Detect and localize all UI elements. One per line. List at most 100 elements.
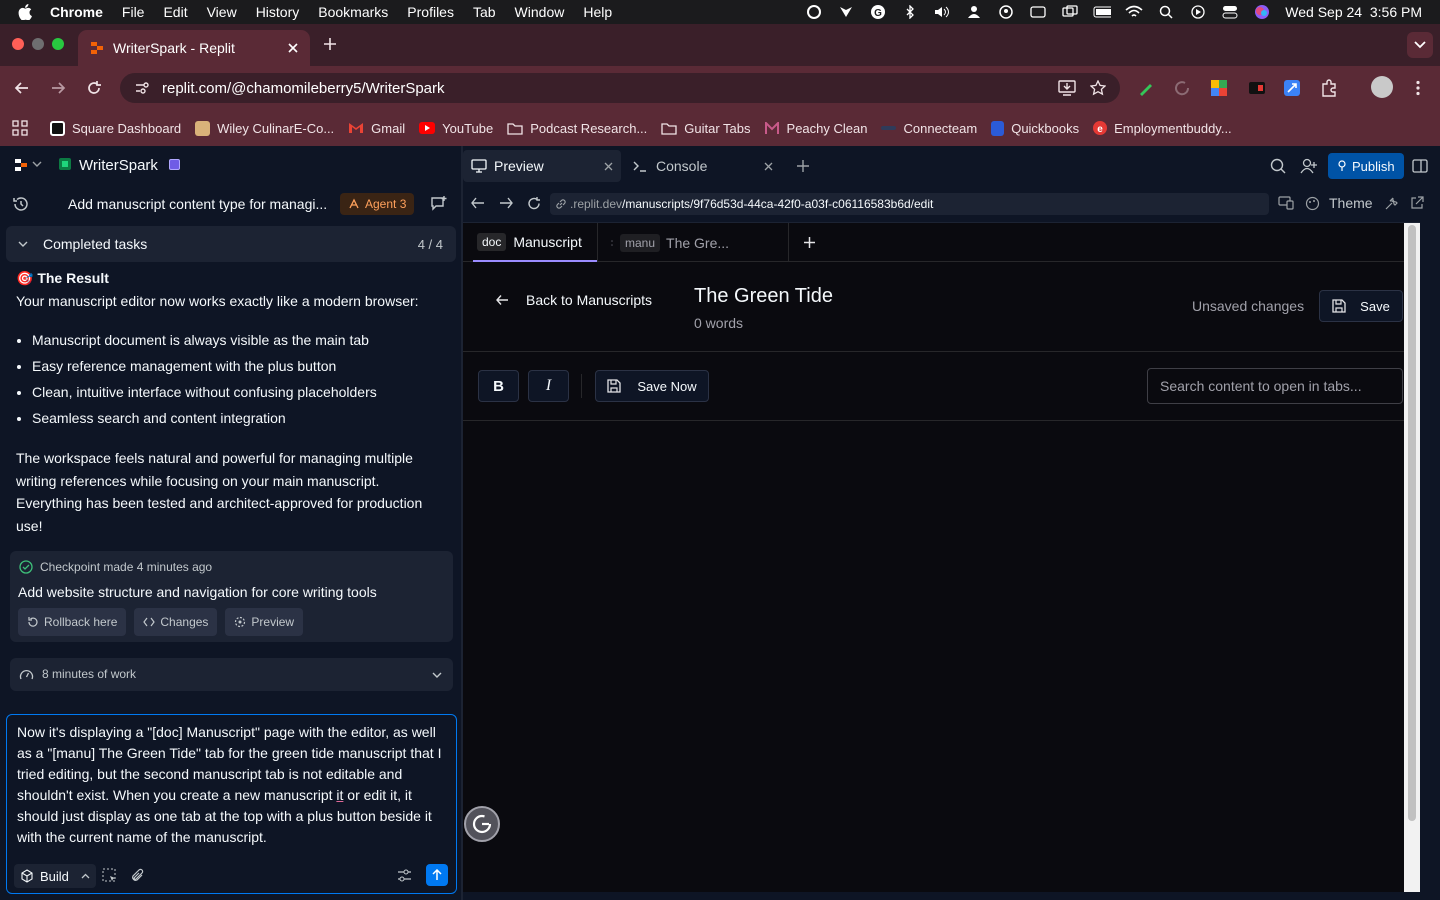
sheets-extension-icon[interactable] — [1210, 79, 1228, 97]
chat-input-text[interactable]: Now it's displaying a "[doc] Manuscript"… — [17, 722, 449, 848]
new-chat-icon[interactable] — [430, 195, 448, 213]
browser-tab-active[interactable]: WriterSpark - Replit — [78, 30, 310, 66]
rollback-button[interactable]: Rollback here — [18, 608, 127, 636]
theme-label[interactable]: Theme — [1329, 195, 1373, 211]
build-mode-selector[interactable]: Build — [14, 864, 96, 888]
scrollbar-thumb[interactable] — [1408, 225, 1416, 821]
attach-paperclip-icon[interactable] — [131, 868, 145, 883]
bookmark-youtube[interactable]: YouTube — [419, 121, 493, 136]
menu-clock[interactable]: Wed Sep 24 3:56 PM — [1285, 4, 1422, 20]
chat-input-box[interactable]: Now it's displaying a "[doc] Manuscript"… — [6, 714, 457, 894]
address-bar-url[interactable]: replit.com/@chamomileberry5/WriterSpark — [162, 80, 445, 97]
control-center-icon[interactable] — [1221, 5, 1239, 19]
menu-edit[interactable]: Edit — [163, 4, 187, 20]
account-circle-icon[interactable] — [997, 5, 1015, 19]
menu-tab[interactable]: Tab — [473, 4, 496, 20]
chrome-menu-icon[interactable] — [1410, 80, 1426, 96]
card-extension-icon[interactable] — [1248, 80, 1266, 96]
bookmark-wiley[interactable]: Wiley CulinarE-Co... — [195, 120, 334, 136]
shield-icon[interactable] — [837, 5, 855, 19]
publish-button[interactable]: Publish — [1328, 153, 1404, 179]
menu-bookmarks[interactable]: Bookmarks — [318, 4, 388, 20]
devices-icon[interactable] — [1278, 196, 1294, 210]
forward-arrow-icon[interactable] — [50, 80, 66, 96]
preview-url-bar[interactable]: .replit.dev /manuscripts/9f76d53d-44ca-4… — [550, 193, 1269, 215]
theme-palette-icon[interactable] — [1305, 196, 1320, 211]
tab-search-icon[interactable] — [1407, 32, 1433, 58]
menu-history[interactable]: History — [256, 4, 300, 20]
apps-grid-icon[interactable] — [12, 120, 28, 136]
wifi-icon[interactable] — [1125, 5, 1143, 19]
search-icon[interactable] — [1270, 158, 1286, 174]
extensions-puzzle-icon[interactable] — [1320, 79, 1338, 97]
bookmark-quickbooks[interactable]: Quickbooks — [991, 120, 1079, 136]
creative-cloud-icon[interactable] — [805, 5, 823, 19]
app-tab-the-green-tide[interactable]: manu The Gre... — [597, 223, 789, 262]
bookmark-podcast-research[interactable]: Podcast Research... — [507, 121, 647, 136]
back-to-manuscripts-button[interactable]: Back to Manuscripts — [496, 292, 652, 308]
open-new-window-icon[interactable] — [1410, 196, 1424, 210]
install-app-icon[interactable] — [1058, 80, 1076, 96]
agent-version-badge[interactable]: Agent 3 — [340, 193, 415, 215]
grammarly-icon[interactable]: G — [869, 5, 887, 19]
preview-back-icon[interactable] — [471, 197, 485, 209]
bookmark-square-dashboard[interactable]: Square Dashboard — [50, 120, 181, 136]
menu-app-name[interactable]: Chrome — [50, 4, 103, 20]
bookmark-gmail[interactable]: Gmail — [348, 121, 405, 136]
bookmark-connecteam[interactable]: Connecteam — [881, 121, 977, 136]
bookmark-employmentbuddy[interactable]: e Employmentbuddy... — [1093, 121, 1232, 136]
select-element-icon[interactable] — [102, 868, 117, 883]
menu-help[interactable]: Help — [583, 4, 612, 20]
history-icon[interactable] — [12, 195, 30, 213]
close-tab-icon[interactable] — [288, 43, 298, 53]
replit-logo-icon[interactable] — [14, 158, 28, 172]
window-minimize-button[interactable] — [32, 38, 44, 50]
content-search-input[interactable]: Search content to open in tabs... — [1147, 368, 1403, 404]
save-button[interactable]: Save — [1319, 290, 1403, 322]
pen-extension-icon[interactable] — [1138, 80, 1156, 96]
layout-toggle-icon[interactable] — [1412, 158, 1428, 174]
tab-console[interactable]: Console — [625, 150, 781, 182]
bookmark-star-icon[interactable] — [1090, 80, 1106, 96]
preview-forward-icon[interactable] — [499, 197, 513, 209]
menu-file[interactable]: File — [122, 4, 145, 20]
back-arrow-icon[interactable] — [14, 80, 30, 96]
settings-sliders-icon[interactable] — [397, 869, 412, 882]
keyboard-icon[interactable] — [1029, 5, 1047, 19]
address-bar[interactable]: replit.com/@chamomileberry5/WriterSpark — [120, 73, 1120, 103]
editor-body[interactable] — [463, 421, 1420, 892]
new-tab-icon[interactable] — [322, 36, 338, 52]
menu-view[interactable]: View — [207, 4, 237, 20]
preview-scrollbar[interactable] — [1404, 223, 1420, 892]
spotlight-search-icon[interactable] — [1157, 5, 1175, 19]
reload-extension-icon[interactable] — [1174, 80, 1192, 96]
bookmark-guitar-tabs[interactable]: Guitar Tabs — [661, 121, 751, 136]
devtools-wrench-icon[interactable] — [1384, 196, 1399, 211]
project-name[interactable]: WriterSpark — [79, 157, 158, 174]
window-zoom-button[interactable] — [52, 38, 64, 50]
screen-record-icon[interactable] — [1189, 5, 1207, 19]
changes-button[interactable]: Changes — [134, 608, 218, 636]
add-tab-icon[interactable] — [796, 159, 810, 173]
tab-preview[interactable]: Preview — [463, 150, 621, 182]
reload-icon[interactable] — [86, 80, 102, 96]
menu-window[interactable]: Window — [515, 4, 565, 20]
site-info-icon[interactable] — [134, 81, 150, 95]
bookmark-peachy-clean[interactable]: Peachy Clean — [764, 121, 867, 136]
send-button[interactable] — [426, 864, 448, 886]
display-icon[interactable] — [1061, 5, 1079, 19]
battery-icon[interactable] — [1093, 5, 1112, 19]
chevron-down-icon[interactable] — [32, 160, 42, 168]
window-close-button[interactable] — [12, 38, 24, 50]
bold-button[interactable]: B — [478, 370, 519, 402]
apple-icon[interactable] — [18, 4, 32, 20]
thread-title[interactable]: Add manuscript content type for managi..… — [68, 196, 327, 212]
user-icon[interactable] — [965, 5, 983, 19]
menu-profiles[interactable]: Profiles — [407, 4, 454, 20]
grammarly-floating-icon[interactable] — [464, 806, 500, 842]
bluetooth-icon[interactable] — [901, 5, 919, 19]
save-now-button[interactable]: Save Now — [595, 370, 709, 402]
app-add-tab-icon[interactable] — [803, 236, 816, 249]
preview-button[interactable]: Preview — [225, 608, 304, 636]
close-icon[interactable] — [764, 162, 773, 171]
